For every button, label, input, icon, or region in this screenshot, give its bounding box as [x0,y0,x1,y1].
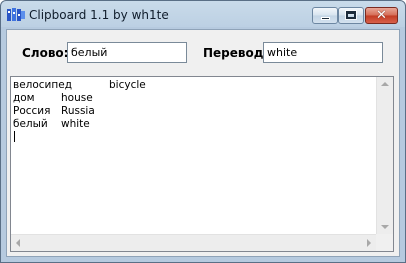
scrollbar-corner [376,234,393,251]
memo-word: Россия [13,105,51,117]
word-label: Слово: [22,46,69,60]
title-bar[interactable]: Clipboard 1.1 by wh1te ✕ [1,1,405,29]
text-caret [14,131,15,142]
memo-line: Россия Russia [13,105,376,118]
memo-translation: bicycle [109,79,146,91]
client-area: Слово: белый Перевод: white велосипед bi… [6,29,400,257]
word-input[interactable]: белый [67,42,187,63]
translation-label: Перевод: [203,46,269,60]
app-window: Clipboard 1.1 by wh1te ✕ Слово: белый Пе… [0,0,406,263]
close-icon: ✕ [376,8,387,23]
minimize-icon [321,17,330,20]
scroll-right-icon[interactable] [367,239,371,247]
memo-word: дом [13,92,35,104]
dictionary-memo[interactable]: велосипед bicycle дом house Россия Russi… [10,76,394,252]
memo-line: велосипед bicycle [13,79,376,92]
scroll-left-icon[interactable] [16,239,20,247]
horizontal-scrollbar[interactable] [11,234,376,251]
translation-input[interactable]: white [263,42,383,63]
memo-content[interactable]: велосипед bicycle дом house Россия Russi… [13,79,376,234]
minimize-button[interactable] [312,7,338,24]
scroll-down-icon[interactable] [381,225,389,229]
memo-line: дом house [13,92,376,105]
clipboard-app-icon [7,8,25,21]
memo-translation: white [61,118,90,130]
memo-translation: Russia [61,105,95,117]
maximize-button[interactable] [338,7,364,24]
memo-translation: house [61,92,93,104]
close-button[interactable]: ✕ [365,7,398,24]
memo-word: велосипед [13,79,72,91]
scroll-up-icon[interactable] [381,82,389,86]
vertical-scrollbar[interactable] [376,77,393,234]
maximize-icon [345,10,357,20]
memo-word: белый [13,118,48,130]
memo-line: белый white [13,118,376,131]
window-title: Clipboard 1.1 by wh1te [29,8,169,22]
